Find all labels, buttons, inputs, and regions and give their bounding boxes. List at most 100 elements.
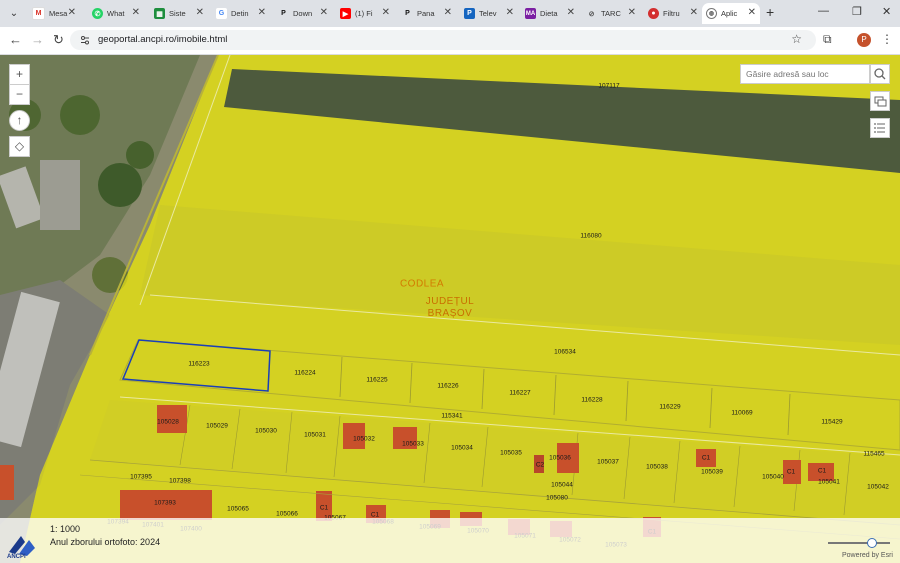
tab-gmail[interactable]: M Mesa ✕ [28,3,80,24]
tab-title: TARC [601,9,621,18]
parcel-label[interactable]: 115341 [441,413,462,420]
close-tab-icon[interactable]: ✕ [506,7,514,18]
parcel-label[interactable]: 107117 [598,83,619,90]
parcel-label[interactable]: 105040 [762,474,784,481]
close-tab-icon[interactable]: ✕ [68,7,76,18]
tab-title: Telev [479,9,497,18]
parcel-label[interactable]: 105042 [867,484,889,491]
close-tab-icon[interactable]: ✕ [567,7,575,18]
compass-north-icon[interactable]: ↑ [9,110,30,131]
tab-pana[interactable]: P Pana ✕ [398,3,456,24]
close-tab-icon[interactable]: ✕ [690,7,698,18]
parcel-label[interactable]: 105029 [206,423,228,430]
parcel-label[interactable]: 105039 [701,469,723,476]
tab-youtube[interactable]: ▶ (1) Fi ✕ [336,3,394,24]
navigation-bar: ← → ↻ geoportal.ancpi.ro/imobile.html ☆ … [0,27,900,55]
parcel-label[interactable]: 116228 [581,397,602,404]
parcel-label[interactable]: 107116 [597,55,618,57]
close-tab-icon[interactable]: ✕ [628,7,636,18]
parcel-label[interactable]: 105037 [597,459,619,466]
map-view[interactable]: 107116 107117 116080 106534 116223 11622… [0,55,900,563]
parcel-label[interactable]: 110069 [731,410,752,417]
tab-down[interactable]: P Down ✕ [274,3,332,24]
parcel-label[interactable]: 105036 [549,455,571,462]
parcel-label[interactable]: 115429 [821,419,842,426]
filter-icon: ● [648,8,659,19]
parcel-label[interactable]: 105032 [353,436,375,443]
tab-telev[interactable]: P Telev ✕ [460,3,518,24]
close-tab-icon[interactable]: ✕ [444,7,452,18]
url-text[interactable]: geoportal.ancpi.ro/imobile.html [98,34,227,45]
gmail-icon: M [32,7,45,20]
close-tab-icon[interactable]: ✕ [196,7,204,18]
parcel-label[interactable]: 105080 [546,495,568,502]
address-search-input[interactable] [740,64,870,84]
tab-detin[interactable]: G Detin ✕ [212,3,270,24]
transparency-slider-track[interactable] [828,542,890,544]
parcel-label[interactable]: 116226 [437,383,458,390]
layer-list-button[interactable] [870,118,890,138]
tab-filtru[interactable]: ● Filtru ✕ [644,3,702,24]
parcel-label[interactable]: 115465 [863,451,884,458]
parcel-label[interactable]: 105030 [255,428,277,435]
profile-avatar[interactable]: P [857,33,871,47]
parcel-label[interactable]: 105038 [646,464,668,471]
parcel-label[interactable]: 105034 [451,445,473,452]
close-window-icon[interactable]: ✕ [882,5,891,18]
tab-title: Dieta [540,9,558,18]
parcel-label[interactable]: 106534 [554,349,576,356]
close-tab-icon[interactable]: ✕ [320,7,328,18]
esri-attribution[interactable]: Powered by Esri [842,552,893,559]
parcel-label[interactable]: 105035 [500,450,522,457]
minimize-icon[interactable]: — [818,5,829,17]
tab-search-chevron-icon[interactable]: ⌄ [6,6,22,22]
parcel-label[interactable]: 105066 [276,511,298,518]
back-arrow-icon[interactable]: ← [9,32,22,47]
youtube-icon: ▶ [340,8,351,19]
bookmark-star-icon[interactable]: ☆ [791,32,802,46]
parcel-label[interactable]: 105028 [157,419,179,426]
new-tab-icon[interactable]: + [766,4,774,20]
parcel-label[interactable]: 116080 [580,233,601,240]
tab-title: (1) Fi [355,9,373,18]
parcel-label[interactable]: 116225 [366,377,387,384]
forward-arrow-icon[interactable]: → [31,32,44,47]
parcel-label[interactable]: 116224 [294,370,315,377]
extensions-icon[interactable]: ⧉ [823,32,832,47]
transparency-slider-handle[interactable] [867,538,877,548]
site-settings-icon[interactable] [79,34,91,46]
close-tab-icon[interactable]: ✕ [258,7,266,18]
zoom-out-button[interactable]: − [9,84,30,105]
close-tab-icon[interactable]: ✕ [382,7,390,18]
reload-icon[interactable]: ↻ [53,32,64,48]
menu-kebab-icon[interactable]: ⋮ [881,32,893,46]
zoom-in-button[interactable]: + [9,64,30,84]
parcel-label[interactable]: 116229 [659,404,680,411]
basemap-gallery-button[interactable] [870,91,890,111]
parcel-label[interactable]: 105044 [551,482,573,489]
parcel-label[interactable]: 105041 [818,479,840,486]
county-label-line2: BRAȘOV [427,308,473,319]
home-extent-icon[interactable]: ◇ [9,136,30,157]
close-tab-icon[interactable]: ✕ [748,7,756,18]
parcel-label[interactable]: 105031 [304,432,326,439]
building-label: C1 [319,504,329,512]
p-box-icon: P [464,8,475,19]
tab-sistem[interactable]: ▦ Siste ✕ [150,3,208,24]
parcel-label[interactable]: 116227 [509,390,530,397]
parcel-label[interactable]: 107398 [169,478,191,485]
search-button[interactable] [870,64,890,84]
tab-whatsapp[interactable]: ✆ What ✕ [88,3,144,24]
parcel-label[interactable]: 107395 [130,474,152,481]
parcel-label-selected[interactable]: 116223 [188,361,209,368]
parcel-label[interactable]: 105065 [227,506,249,513]
county-label: JUDEȚUL BRAȘOV [426,296,475,320]
tab-tarc[interactable]: ⊘ TARC ✕ [582,3,640,24]
close-tab-icon[interactable]: ✕ [132,7,140,18]
tab-dieta[interactable]: MA Dieta ✕ [521,3,579,24]
parcel-label[interactable]: 107393 [154,500,176,507]
address-bar[interactable]: geoportal.ancpi.ro/imobile.html ☆ [70,30,816,50]
restore-icon[interactable]: ❐ [852,5,862,18]
parcel-label[interactable]: 105033 [402,441,424,448]
tab-aplic-active[interactable]: ◍ Aplic ✕ [702,3,760,24]
